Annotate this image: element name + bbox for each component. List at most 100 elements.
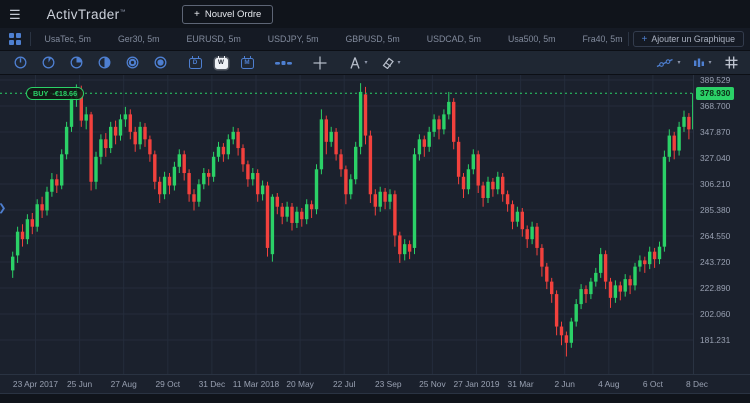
time-axis[interactable]: 23 Apr 201725 Jun27 Aug29 Oct31 Dec11 Ma… xyxy=(0,374,750,393)
timeframe-1hour-button[interactable] xyxy=(118,51,146,74)
clock-30min-icon xyxy=(97,55,112,70)
candle-body xyxy=(457,142,460,177)
tab-usdjpy-5m[interactable]: USDJPY, 5m xyxy=(254,28,332,50)
candle-body xyxy=(599,254,602,273)
candle-body xyxy=(138,127,141,144)
candle-body xyxy=(232,132,235,139)
candle-body xyxy=(261,186,264,195)
candle-body xyxy=(168,177,171,186)
tab-fra40-5m[interactable]: Fra40, 5m xyxy=(569,28,628,50)
chart-region: BUY -€18.66 ❯ 389.529368.700347.870327.0… xyxy=(0,74,750,374)
candle-body xyxy=(354,147,357,179)
candle-body xyxy=(285,207,288,217)
tab-usdcad-5m[interactable]: USDCAD, 5m xyxy=(413,28,494,50)
tab-usatec-5m[interactable]: UsaTec, 5m xyxy=(31,28,104,50)
price-axis[interactable]: 389.529368.700347.870327.040306.210285.3… xyxy=(693,75,750,375)
candle-body xyxy=(50,179,53,191)
eraser-button[interactable]: ▾ xyxy=(374,51,407,74)
tab-eurusd-5m[interactable]: EURUSD, 5m xyxy=(173,28,254,50)
chart-type-button[interactable]: ▾ xyxy=(687,51,718,74)
candle-body xyxy=(383,192,386,202)
crosshair-button[interactable] xyxy=(306,51,333,74)
candle-body xyxy=(673,136,676,151)
drawing-tools-button[interactable]: ▾ xyxy=(341,51,374,74)
candle-body xyxy=(535,227,538,248)
eraser-icon xyxy=(381,56,395,69)
candle-body xyxy=(491,182,494,189)
candle-body xyxy=(530,227,533,239)
candle-body xyxy=(16,232,19,256)
timeframe-weekly-button[interactable]: W xyxy=(208,51,234,74)
chart-canvas[interactable] xyxy=(0,75,693,375)
candle-body xyxy=(496,177,499,189)
price-tick-label: 202.060 xyxy=(700,309,730,319)
candle-body xyxy=(45,192,48,211)
clock-1min-icon xyxy=(13,55,28,70)
candle-body xyxy=(653,252,656,259)
candlestick-chart[interactable]: BUY -€18.66 ❯ xyxy=(0,75,693,375)
chart-layout-grid-icon[interactable] xyxy=(0,28,30,50)
candle-body xyxy=(334,132,337,154)
trendline-indicator-icon xyxy=(656,57,674,69)
indicators-button[interactable]: ▾ xyxy=(650,51,687,74)
timeframe-30min-button[interactable] xyxy=(90,51,118,74)
time-tick-label: 23 Apr 2017 xyxy=(13,379,58,389)
add-chart-button[interactable]: + Ajouter un Graphique xyxy=(633,31,744,47)
candle-body xyxy=(178,154,181,166)
tab-ger30-5m[interactable]: Ger30, 5m xyxy=(104,28,173,50)
timeframe-monthly-button[interactable]: M xyxy=(234,51,260,74)
timeframe-15min-button[interactable] xyxy=(62,51,90,74)
candle-body xyxy=(579,289,582,304)
candle-body xyxy=(192,194,195,201)
buy-position-badge[interactable]: BUY -€18.66 xyxy=(26,87,84,100)
grid-icon xyxy=(725,56,738,69)
candle-body xyxy=(486,182,489,198)
candle-body xyxy=(570,322,573,343)
time-tick-label: 23 Sep xyxy=(375,379,402,389)
candle-body xyxy=(364,94,367,135)
candle-body xyxy=(251,173,254,179)
timeframe-daily-button[interactable]: D xyxy=(182,51,208,74)
time-tick-label: 25 Nov xyxy=(419,379,446,389)
grid-settings-button[interactable] xyxy=(718,51,744,74)
tick-dashes-icon xyxy=(275,59,292,67)
candle-body xyxy=(109,127,112,148)
timeframe-5min-button[interactable] xyxy=(34,51,62,74)
tab-gbpusd-5m[interactable]: GBPUSD, 5m xyxy=(332,28,413,50)
candle-body xyxy=(624,279,627,291)
menu-icon[interactable]: ☰ xyxy=(9,8,21,21)
calendar-daily-icon: D xyxy=(189,58,202,69)
candle-body xyxy=(619,285,622,291)
candle-body xyxy=(89,114,92,181)
timeframe-1min-button[interactable] xyxy=(6,51,34,74)
candle-body xyxy=(604,254,607,281)
price-tick-label: 285.380 xyxy=(700,205,730,215)
candle-body xyxy=(565,335,568,342)
candle-body xyxy=(472,154,475,169)
expand-panel-icon[interactable]: ❯ xyxy=(0,203,6,214)
calendar-weekly-icon: W xyxy=(215,58,228,69)
candle-body xyxy=(143,127,146,139)
candle-body xyxy=(648,252,651,264)
candle-body xyxy=(124,114,127,119)
candle-body xyxy=(36,204,39,226)
new-order-button[interactable]: + Nouvel Ordre xyxy=(182,5,273,24)
candle-body xyxy=(609,282,612,298)
time-tick-label: 22 Jul xyxy=(333,379,355,389)
candle-body xyxy=(26,219,29,239)
candle-body xyxy=(129,114,132,131)
time-tick-label: 25 Jun xyxy=(67,379,92,389)
candle-body xyxy=(442,114,445,129)
time-tick-label: 27 Jan 2019 xyxy=(453,379,499,389)
tick-chart-button[interactable] xyxy=(268,51,298,74)
candle-body xyxy=(521,212,524,229)
candle-body xyxy=(677,127,680,151)
timeframe-4hour-button[interactable] xyxy=(146,51,174,74)
candle-body xyxy=(437,119,440,129)
tab-usa500-5m[interactable]: Usa500, 5m xyxy=(495,28,569,50)
app-logo-text: ActivTrader xyxy=(47,7,120,22)
candle-body xyxy=(393,194,396,235)
candle-body xyxy=(462,177,465,189)
candle-body xyxy=(55,179,58,185)
candle-body xyxy=(452,102,455,142)
